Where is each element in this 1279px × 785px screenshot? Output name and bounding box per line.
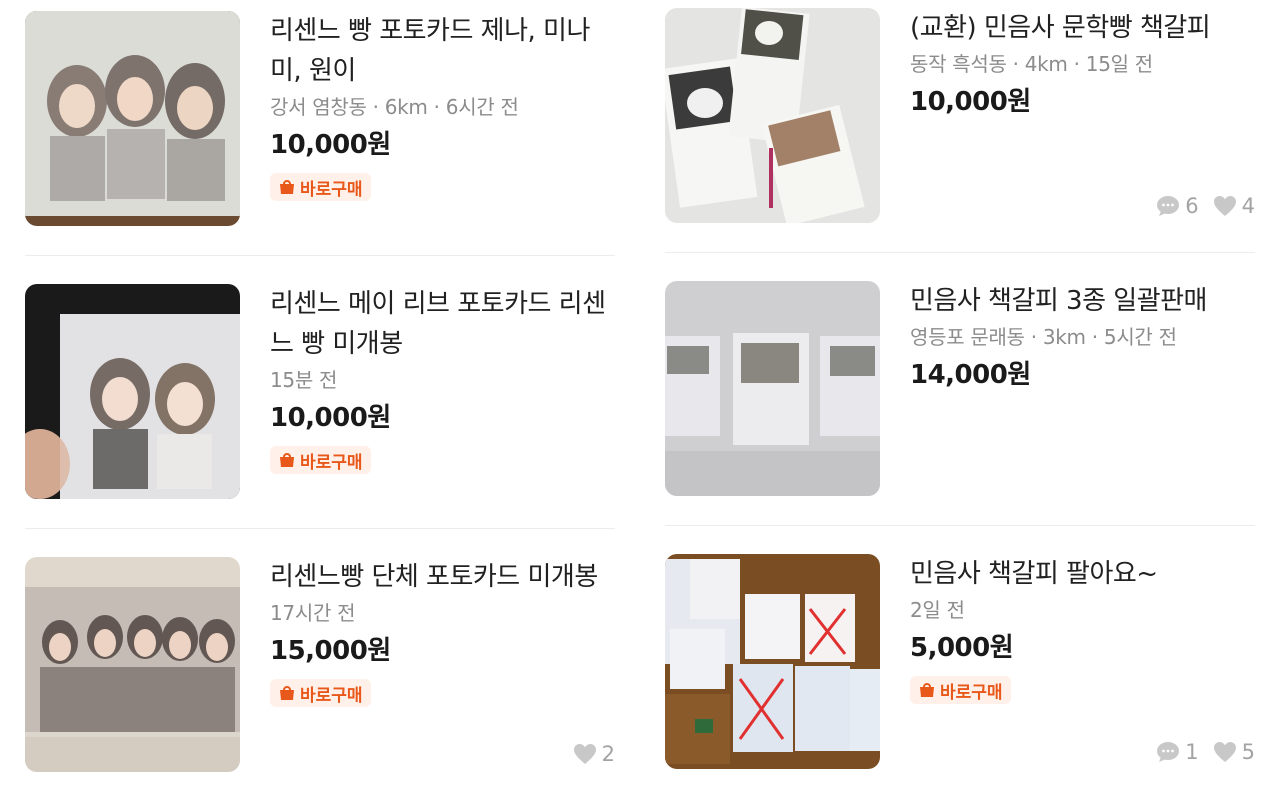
comments-count: 6 [1156, 194, 1199, 218]
listing-title[interactable]: (교환) 민음사 문학빵 책갈피 [910, 8, 1255, 48]
listing-price: 10,000원 [270, 403, 391, 433]
listing-column-left: 리센느 빵 포토카드 제나, 미나미, 원이 강서 염창동 · 6km · 6시… [25, 0, 615, 785]
shopping-bag-icon [920, 683, 934, 697]
listing-meta: 17시간 전 [270, 601, 356, 625]
likes-count: 5 [1213, 740, 1255, 764]
listing-info: 민음사 책갈피 3종 일괄판매 영등포 문래동 · 3km · 5시간 전 14… [910, 281, 1255, 393]
listing-thumbnail[interactable] [25, 557, 240, 772]
listing-price: 10,000원 [270, 130, 391, 160]
listing-thumbnail[interactable] [25, 11, 240, 226]
heart-icon [1213, 196, 1236, 216]
chat-bubble-icon [1157, 742, 1180, 762]
listing-item[interactable]: 리센느빵 단체 포토카드 미개봉 17시간 전 15,000원 바로구매 2 [25, 557, 615, 773]
listing-item[interactable]: 민음사 책갈피 3종 일괄판매 영등포 문래동 · 3km · 5시간 전 14… [665, 281, 1255, 497]
listing-price: 15,000원 [270, 636, 391, 666]
divider [25, 528, 615, 529]
divider [665, 525, 1255, 526]
listing-item[interactable]: (교환) 민음사 문학빵 책갈피 동작 흑석동 · 4km · 15일 전 10… [665, 8, 1255, 224]
divider [25, 255, 615, 256]
likes-count: 4 [1213, 194, 1255, 218]
listing-price: 14,000원 [910, 360, 1031, 390]
chat-bubble-icon [1157, 196, 1180, 216]
listing-info: 리센느빵 단체 포토카드 미개봉 17시간 전 15,000원 바로구매 [270, 557, 615, 707]
listing-info: (교환) 민음사 문학빵 책갈피 동작 흑석동 · 4km · 15일 전 10… [910, 8, 1255, 120]
listing-price: 10,000원 [910, 87, 1031, 117]
listing-title[interactable]: 리센느 빵 포토카드 제나, 미나미, 원이 [270, 11, 615, 91]
listing-title[interactable]: 리센느 메이 리브 포토카드 리센느 빵 미개봉 [270, 284, 615, 364]
listing-stats: 2 [573, 742, 615, 766]
heart-icon [573, 744, 596, 764]
listing-stats: 1 5 [1156, 740, 1255, 764]
listing-meta: 영등포 문래동 · 3km · 5시간 전 [910, 325, 1177, 349]
listing-item[interactable]: 민음사 책갈피 팔아요~ 2일 전 5,000원 바로구매 1 5 [665, 554, 1255, 770]
listing-thumbnail[interactable] [25, 284, 240, 499]
divider [665, 252, 1255, 253]
listing-meta: 강서 염창동 · 6km · 6시간 전 [270, 95, 519, 119]
badge-label: 바로구매 [300, 452, 363, 473]
listing-thumbnail[interactable] [665, 8, 880, 223]
badge-label: 바로구매 [300, 685, 363, 706]
listing-item[interactable]: 리센느 메이 리브 포토카드 리센느 빵 미개봉 15분 전 10,000원 바… [25, 284, 615, 500]
listing-meta: 동작 흑석동 · 4km · 15일 전 [910, 52, 1153, 76]
listing-column-right: (교환) 민음사 문학빵 책갈피 동작 흑석동 · 4km · 15일 전 10… [665, 0, 1255, 785]
listing-stats: 6 4 [1156, 194, 1255, 218]
badge-label: 바로구매 [300, 179, 363, 200]
listing-thumbnail[interactable] [665, 281, 880, 496]
shopping-bag-icon [280, 453, 294, 467]
listing-info: 민음사 책갈피 팔아요~ 2일 전 5,000원 바로구매 [910, 554, 1255, 704]
direct-buy-badge: 바로구매 [270, 679, 371, 707]
listing-info: 리센느 빵 포토카드 제나, 미나미, 원이 강서 염창동 · 6km · 6시… [270, 11, 615, 201]
listing-meta: 2일 전 [910, 598, 965, 622]
listing-info: 리센느 메이 리브 포토카드 리센느 빵 미개봉 15분 전 10,000원 바… [270, 284, 615, 474]
listing-title[interactable]: 민음사 책갈피 3종 일괄판매 [910, 281, 1255, 321]
likes-count: 2 [573, 742, 615, 766]
shopping-bag-icon [280, 180, 294, 194]
heart-icon [1213, 742, 1236, 762]
listing-title[interactable]: 리센느빵 단체 포토카드 미개봉 [270, 557, 615, 597]
direct-buy-badge: 바로구매 [270, 173, 371, 201]
listing-meta: 15분 전 [270, 368, 338, 392]
listing-item[interactable]: 리센느 빵 포토카드 제나, 미나미, 원이 강서 염창동 · 6km · 6시… [25, 11, 615, 227]
shopping-bag-icon [280, 686, 294, 700]
listing-title[interactable]: 민음사 책갈피 팔아요~ [910, 554, 1255, 594]
direct-buy-badge: 바로구매 [270, 446, 371, 474]
listing-price: 5,000원 [910, 633, 1014, 663]
direct-buy-badge: 바로구매 [910, 676, 1011, 704]
listing-thumbnail[interactable] [665, 554, 880, 769]
comments-count: 1 [1156, 740, 1199, 764]
badge-label: 바로구매 [940, 682, 1003, 703]
